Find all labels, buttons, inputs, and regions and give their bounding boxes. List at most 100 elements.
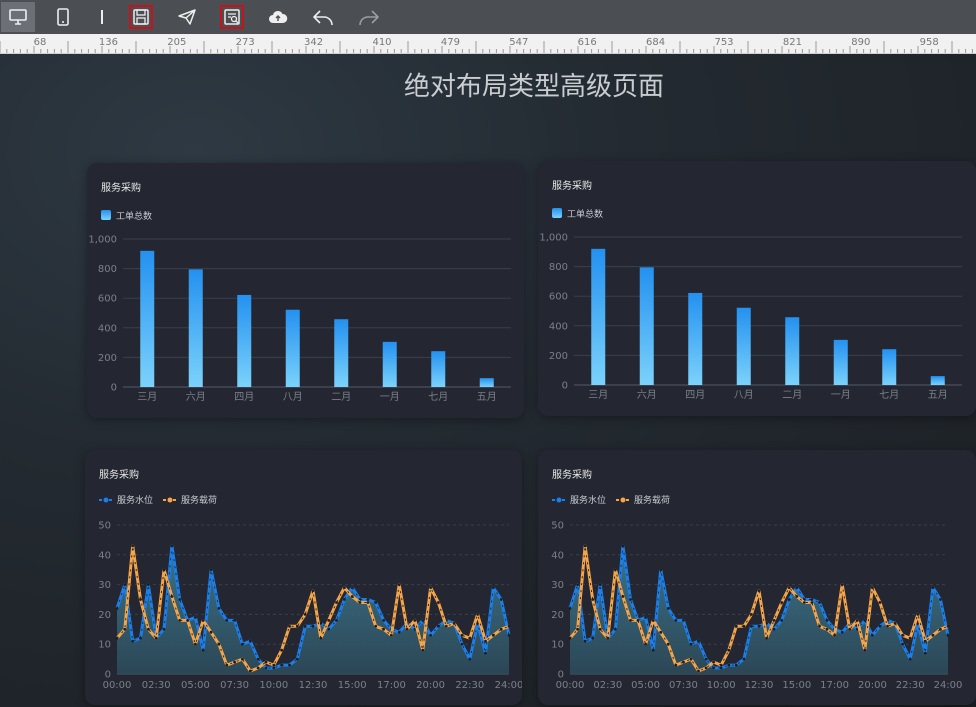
page-title: 绝对布局类型高级页面 — [403, 72, 664, 102]
data-point — [131, 639, 135, 643]
bar — [285, 309, 300, 387]
data-point — [871, 586, 874, 589]
data-point — [209, 568, 213, 572]
data-point — [452, 621, 456, 625]
data-point — [712, 660, 715, 664]
ruler: 68 136 205 273 342 410 479 547 616 684 753 821 890 95… — [0, 34, 976, 54]
data-point — [614, 627, 617, 631]
data-point — [170, 595, 174, 598]
data-point — [818, 624, 821, 628]
data-point — [704, 657, 708, 661]
data-point — [194, 642, 197, 646]
x-tick-label: 17:00 — [377, 680, 406, 691]
data-point — [697, 669, 700, 673]
y-tick-label: 0 — [562, 381, 568, 392]
x-tick-label: 五月 — [928, 389, 948, 401]
ruler-label: 821 — [783, 37, 802, 48]
data-point — [787, 598, 791, 601]
chart-card-line-2[interactable]: 服务采购 0 10 20 30 40 50 服务水位 服务载荷 00:00 02:30 05:00 0… — [538, 450, 976, 705]
data-point — [644, 642, 647, 646]
mobile-view-button[interactable] — [46, 2, 80, 32]
bar — [479, 378, 494, 387]
data-point — [651, 619, 655, 622]
preview-button[interactable] — [215, 2, 249, 32]
bar — [833, 339, 848, 385]
data-point — [923, 639, 927, 643]
save-icon — [129, 5, 153, 29]
x-tick-label: 一月 — [380, 391, 400, 403]
line-chart: 0 10 20 30 40 50 服务水位 服务载荷 00:00 02:30 05:00 07:30 1… — [551, 494, 962, 691]
data-point — [719, 666, 723, 670]
data-point — [659, 630, 663, 634]
data-point — [429, 633, 432, 637]
data-point — [614, 568, 617, 572]
bar — [591, 248, 606, 385]
data-point — [689, 642, 693, 646]
data-point — [855, 619, 859, 622]
publish-button[interactable] — [170, 2, 204, 32]
upload-button[interactable] — [261, 2, 295, 32]
x-tick-label: 五月 — [477, 391, 497, 403]
send-icon — [178, 9, 196, 25]
data-point — [621, 544, 625, 548]
ruler-label: 410 — [372, 37, 391, 48]
data-point — [248, 639, 252, 643]
data-point — [295, 624, 299, 628]
x-tick-label: 八月 — [283, 391, 303, 403]
data-point — [256, 657, 260, 661]
ruler-label: 753 — [714, 37, 733, 48]
undo-icon — [313, 10, 333, 26]
data-point — [147, 627, 150, 631]
data-point — [734, 624, 738, 628]
chart-card-bar-2[interactable]: 服务采购 0 200 400 600 800 1,000 工单总数 三月 六月 四月 八月 二月 一月七… — [538, 161, 976, 416]
data-point — [818, 601, 821, 604]
text-cursor-button[interactable] — [85, 2, 119, 32]
x-tick-label: 二月 — [782, 389, 802, 401]
bar — [237, 294, 252, 387]
data-point — [303, 624, 307, 628]
data-point — [591, 636, 595, 640]
data-point — [840, 583, 844, 586]
x-tick-label: 15:00 — [782, 680, 811, 691]
undo-button[interactable] — [306, 2, 340, 32]
desktop-icon — [9, 9, 27, 25]
y-tick-label: 600 — [98, 294, 117, 305]
legend-label: 工单总数 — [116, 210, 152, 222]
data-point — [666, 642, 670, 646]
x-tick-label: 七月 — [879, 389, 899, 401]
data-point — [139, 598, 142, 601]
data-point — [350, 595, 354, 598]
data-point — [460, 633, 464, 637]
data-point — [484, 651, 487, 655]
chart-card-bar-1[interactable]: 服务采购 0 200 400 600 800 1,000 工单总数 三月 六月 四月 八月 二月 一月七… — [87, 163, 524, 418]
data-point — [343, 598, 346, 601]
desktop-view-button[interactable] — [1, 2, 35, 32]
save-button[interactable] — [124, 2, 158, 32]
data-point — [162, 568, 166, 572]
data-point — [139, 636, 142, 640]
design-canvas[interactable]: 绝对布局类型高级页面 服务采购 0 200 400 600 800 1,000 工单总数 三月… — [0, 54, 976, 707]
data-point — [131, 544, 135, 548]
redo-button[interactable] — [352, 2, 386, 32]
data-point — [382, 619, 385, 622]
data-point — [682, 619, 685, 622]
data-point — [931, 633, 935, 637]
x-tick-label: 六月 — [637, 389, 657, 401]
data-point — [908, 657, 912, 661]
data-point — [772, 627, 776, 631]
data-point — [241, 642, 244, 646]
data-point — [272, 666, 276, 670]
x-tick-label: 20:00 — [416, 680, 445, 691]
bar — [882, 349, 897, 385]
chart-card-line-1[interactable]: 服务采购 0 10 20 30 40 50 服务水位 服务载荷 00:00 02:30 05:00 0… — [85, 450, 522, 705]
data-point — [374, 624, 378, 628]
data-point — [115, 607, 119, 610]
data-point — [750, 624, 753, 628]
x-tick-label: 七月 — [428, 391, 448, 403]
x-tick-label: 02:30 — [142, 680, 171, 691]
data-point — [343, 586, 346, 589]
y-tick-label: 40 — [98, 550, 111, 561]
data-point — [651, 648, 655, 652]
ruler-label: 684 — [646, 37, 665, 48]
data-point — [264, 666, 268, 670]
